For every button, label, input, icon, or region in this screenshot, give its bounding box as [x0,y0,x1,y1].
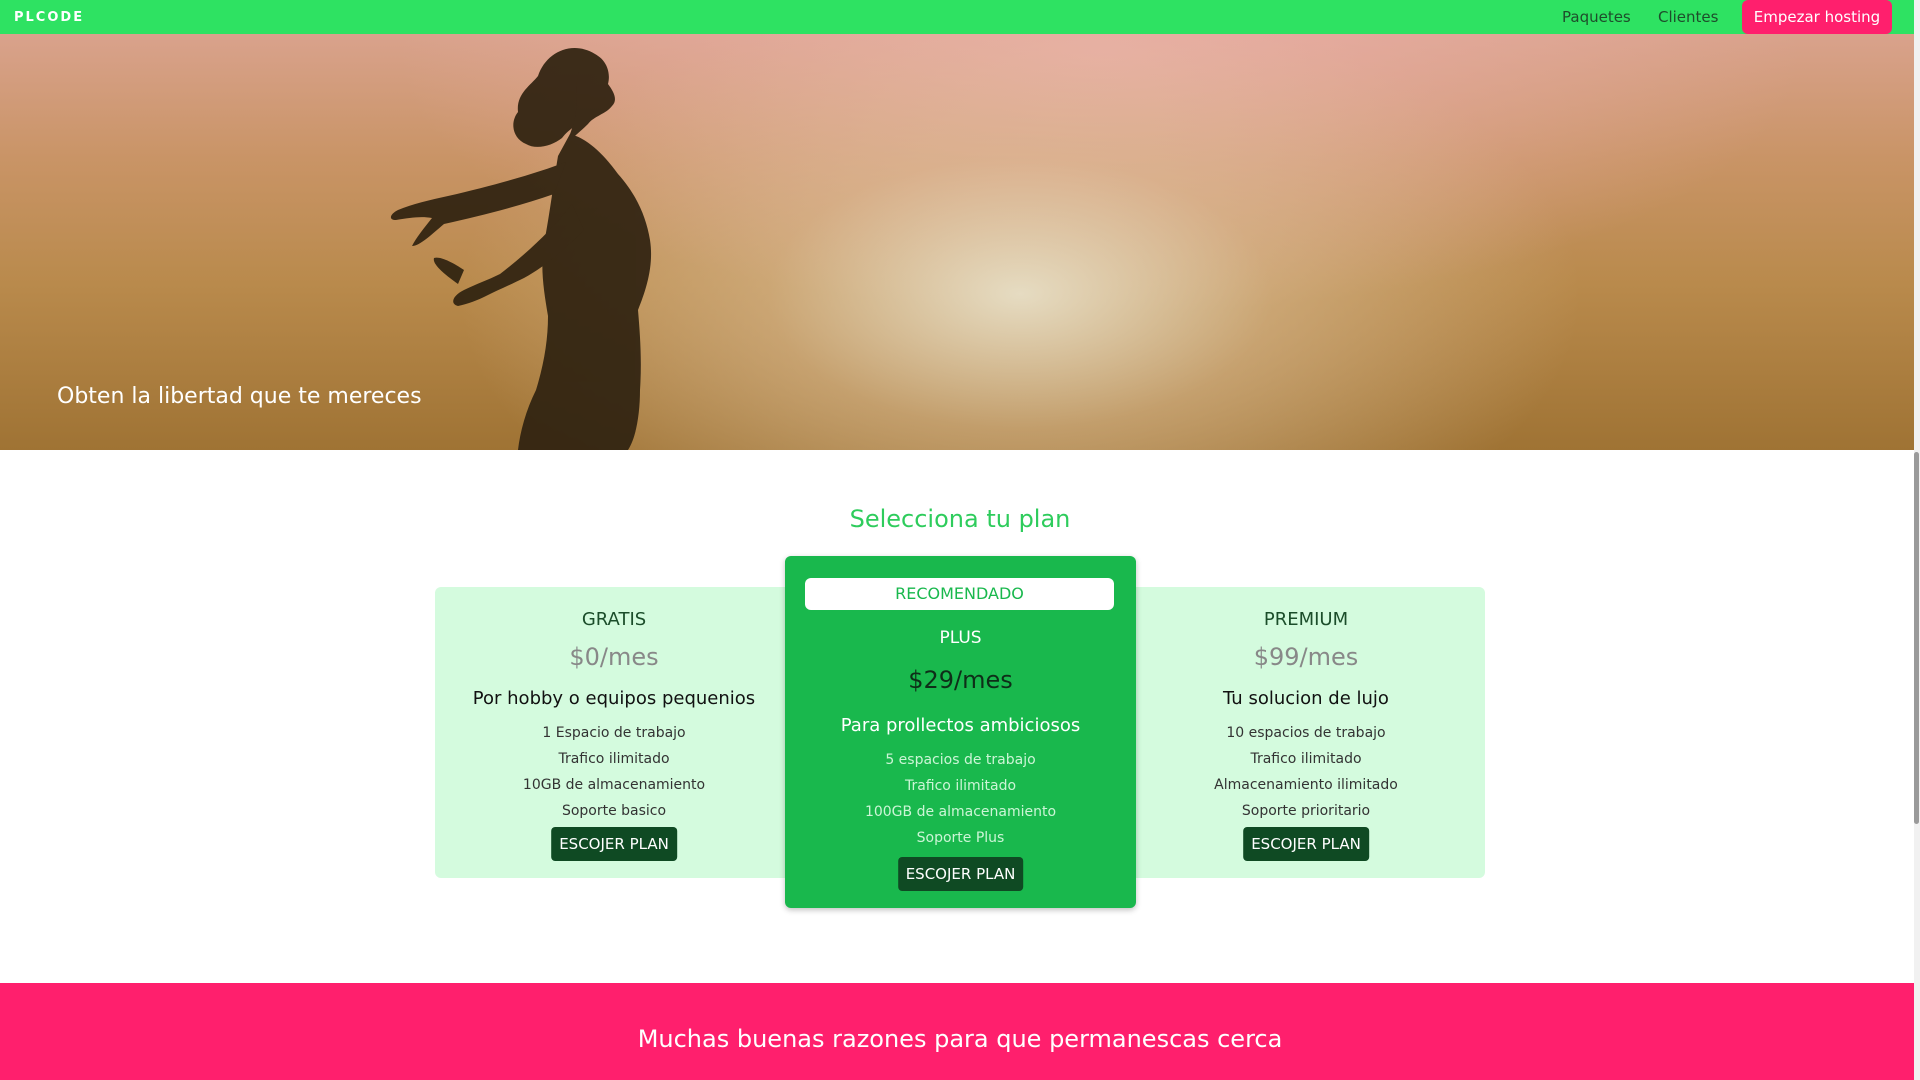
plan-feature: 10 espacios de trabajo [1226,725,1386,741]
plan-feature: Soporte Plus [916,830,1005,846]
plan-feature: 10GB de almacenamiento [522,777,706,793]
plan-card-premium: PREMIUM $99/mes Tu solucion de lujo 10 e… [1127,587,1485,878]
plan-features-list: 1 Espacio de trabajo Trafico ilimitado 1… [435,720,793,824]
recommended-badge: RECOMENDADO [805,578,1114,610]
plan-name: PLUS [939,628,982,648]
page-scrollbar-thumb[interactable] [1914,452,1919,824]
plan-feature: Trafico ilimitado [904,778,1017,794]
reasons-title: Muchas buenas razones para que permanesc… [637,1025,1283,1053]
plan-card-gratis: GRATIS $0/mes Por hobby o equipos pequen… [435,587,793,878]
plan-tagline: Para prollectos ambiciosos [840,715,1081,736]
plans-section-title: Selecciona tu plan [849,505,1071,533]
plan-feature: Soporte basico [561,803,667,819]
plan-features-list: 10 espacios de trabajo Trafico ilimitado… [1127,720,1485,824]
plan-feature: 100GB de almacenamiento [864,804,1057,820]
plan-feature: Soporte prioritario [1241,803,1371,819]
plan-card-plus: RECOMENDADO PLUS $29/mes Para prollectos… [785,556,1136,908]
choose-plan-button-premium[interactable]: ESCOJER PLAN [1243,827,1369,861]
reasons-section: Muchas buenas razones para que permanesc… [0,983,1920,1080]
hero-banner: Obten la libertad que te mereces [0,34,1920,450]
plan-feature: Almacenamiento ilimitado [1214,777,1398,793]
plan-price: $0/mes [569,643,659,671]
plan-name: PREMIUM [1263,609,1349,630]
choose-plan-button-gratis[interactable]: ESCOJER PLAN [551,827,677,861]
plan-features-list: 5 espacios de trabajo Trafico ilimitado … [785,747,1136,851]
plan-tagline: Por hobby o equipos pequenios [472,688,756,709]
plan-feature: Trafico ilimitado [1250,751,1362,767]
brand-logo[interactable]: PLCODE [14,10,84,25]
plan-name: GRATIS [581,609,647,630]
nav-link-paquetes[interactable]: Paquetes [1562,8,1631,26]
start-hosting-button[interactable]: Empezar hosting [1742,0,1892,34]
plan-price: $99/mes [1253,643,1359,671]
plan-tagline: Tu solucion de lujo [1223,688,1389,709]
nav-link-clientes[interactable]: Clientes [1658,8,1718,26]
top-navbar: PLCODE Paquetes Clientes Empezar hosting [0,0,1920,34]
plan-feature: 1 Espacio de trabajo [542,725,686,741]
hero-tagline: Obten la libertad que te mereces [57,384,422,409]
plan-price: $29/mes [908,666,1013,694]
plan-feature: Trafico ilimitado [558,751,670,767]
choose-plan-button-plus[interactable]: ESCOJER PLAN [897,857,1024,891]
plan-feature: 5 espacios de trabajo [885,752,1036,768]
